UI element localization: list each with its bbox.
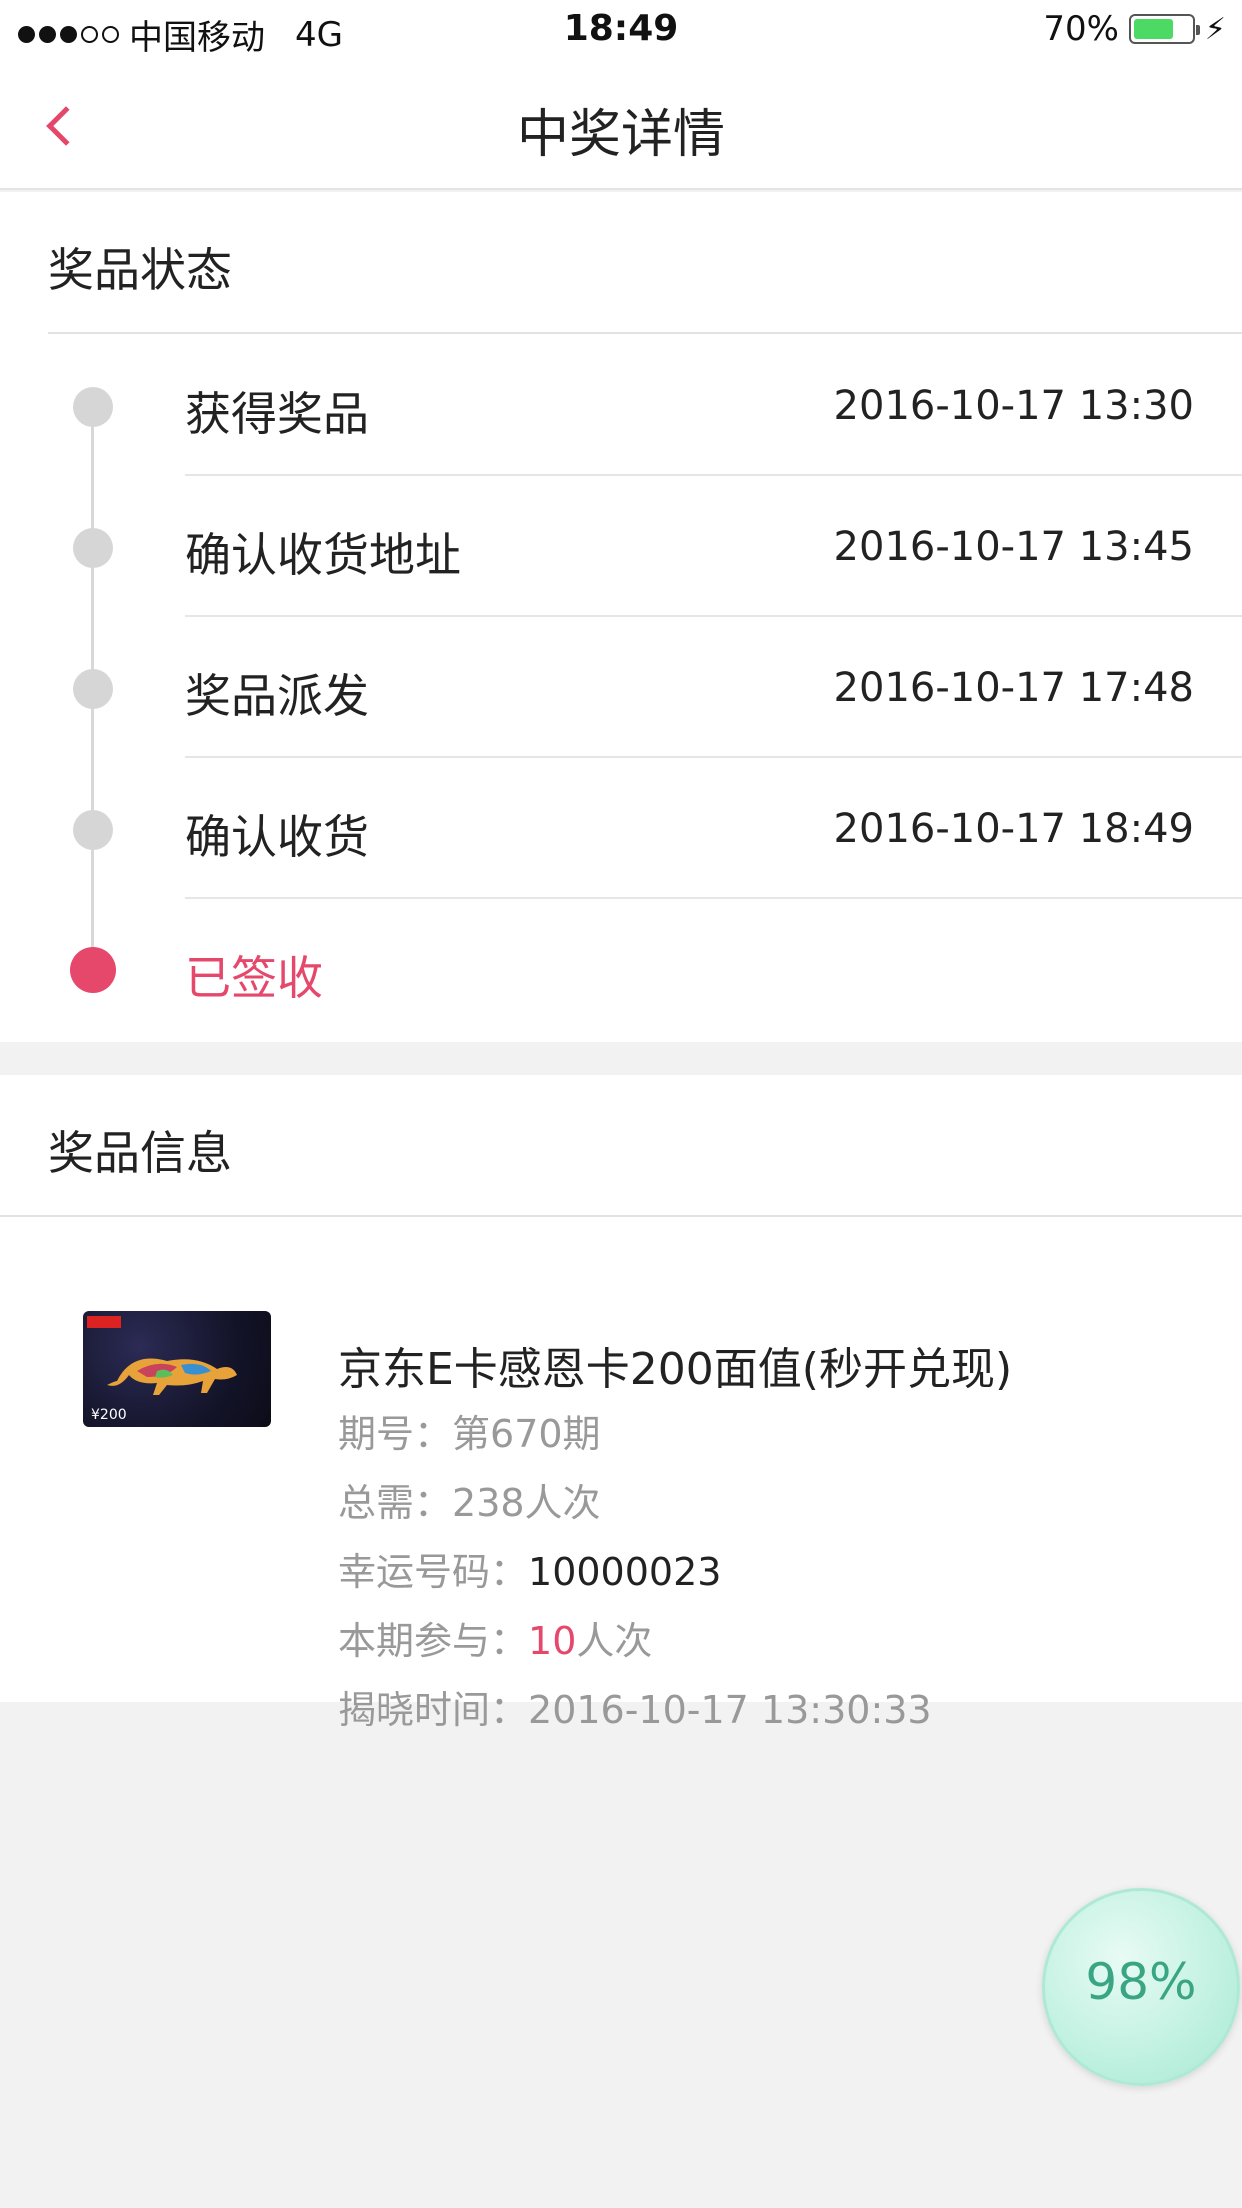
page-title: 中奖详情 bbox=[516, 105, 725, 165]
divider bbox=[48, 332, 1242, 334]
timeline-step: 奖品派发 2016-10-17 17:48 bbox=[0, 617, 1242, 758]
step-label-current: 已签收 bbox=[185, 951, 323, 1005]
lucky-number-value: 10000023 bbox=[528, 1550, 722, 1594]
screen: 中国移动 4G 18:49 70% ⚡ 中奖详情 奖品状态 获得奖品 2016-… bbox=[0, 0, 1242, 2208]
timeline-dot-icon bbox=[73, 387, 113, 427]
timeline-step: 获得奖品 2016-10-17 13:30 bbox=[0, 335, 1242, 476]
prize-status-section: 奖品状态 获得奖品 2016-10-17 13:30 确认收货地址 2016-1… bbox=[0, 192, 1242, 1042]
brand-logo-icon bbox=[87, 1316, 121, 1328]
battery-icon bbox=[1128, 14, 1200, 44]
step-label: 获得奖品 bbox=[185, 387, 369, 441]
step-time: 2016-10-17 17:48 bbox=[833, 665, 1194, 711]
floating-percent-badge[interactable]: 98% bbox=[1042, 1888, 1240, 2086]
reveal-time-row: 揭晓时间：2016-10-17 13:30:33 bbox=[338, 1679, 932, 1734]
timeline-dot-icon bbox=[73, 669, 113, 709]
reveal-time-label: 揭晓时间： bbox=[338, 1688, 529, 1732]
timeline-dot-icon bbox=[73, 810, 113, 850]
total-value: 238人次 bbox=[452, 1481, 601, 1525]
step-time: 2016-10-17 18:49 bbox=[833, 806, 1194, 852]
lucky-number-label: 幸运号码： bbox=[338, 1550, 529, 1594]
battery-percent: 70% bbox=[1043, 9, 1119, 49]
charging-icon: ⚡ bbox=[1204, 11, 1226, 47]
badge-percent-text: 98% bbox=[1085, 1953, 1197, 2011]
total-label: 总需： bbox=[338, 1481, 453, 1525]
step-label: 确认收货 bbox=[185, 810, 369, 864]
section-header: 奖品信息 bbox=[0, 1075, 1242, 1217]
section-header: 奖品状态 bbox=[0, 192, 1242, 334]
timeline-dot-icon bbox=[73, 528, 113, 568]
step-time: 2016-10-17 13:45 bbox=[833, 524, 1194, 570]
step-label: 确认收货地址 bbox=[185, 528, 461, 582]
total-row: 总需：238人次 bbox=[338, 1472, 601, 1527]
timeline-dot-active-icon bbox=[70, 947, 116, 993]
section-title: 奖品状态 bbox=[48, 243, 232, 297]
participation-row: 本期参与：10人次 bbox=[338, 1610, 652, 1665]
step-time: 2016-10-17 13:30 bbox=[833, 383, 1194, 429]
status-bar: 中国移动 4G 18:49 70% ⚡ bbox=[0, 0, 1242, 62]
timeline-step: 确认收货地址 2016-10-17 13:45 bbox=[0, 476, 1242, 617]
section-title: 奖品信息 bbox=[48, 1126, 232, 1180]
prize-info-section: 奖品信息 ¥200 京东E卡感恩卡200面值(秒开兑现) 期号：第670期 总需… bbox=[0, 1075, 1242, 1732]
reveal-time-value: 2016-10-17 13:30:33 bbox=[528, 1688, 932, 1732]
monkey-illustration-icon bbox=[107, 1358, 237, 1395]
period-row: 期号：第670期 bbox=[338, 1403, 601, 1458]
participation-unit: 人次 bbox=[576, 1619, 653, 1663]
timeline-step-current: 已签收 bbox=[0, 899, 1242, 1040]
timeline-step: 确认收货 2016-10-17 18:49 bbox=[0, 758, 1242, 899]
period-label: 期号： bbox=[338, 1412, 453, 1456]
prize-image[interactable]: ¥200 bbox=[83, 1311, 271, 1427]
step-label: 奖品派发 bbox=[185, 669, 369, 723]
nav-bar: 中奖详情 bbox=[0, 62, 1242, 190]
participation-label: 本期参与： bbox=[338, 1619, 529, 1663]
period-value: 第670期 bbox=[452, 1412, 601, 1456]
prize-name[interactable]: 京东E卡感恩卡200面值(秒开兑现) bbox=[338, 1333, 1012, 1397]
card-amount: ¥200 bbox=[91, 1407, 127, 1423]
participation-count: 10 bbox=[528, 1619, 577, 1663]
lucky-number-row: 幸运号码：10000023 bbox=[338, 1541, 721, 1596]
status-right: 70% ⚡ bbox=[1043, 9, 1226, 49]
